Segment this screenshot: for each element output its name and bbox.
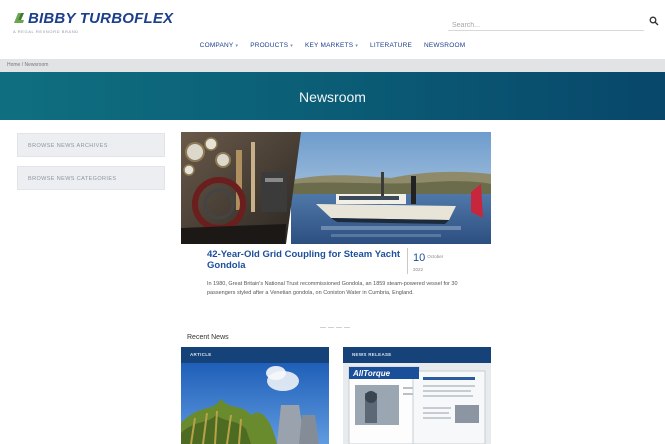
brand-name: BIBBY TURBOFLEX <box>28 10 174 27</box>
page-banner: Newsroom <box>0 72 665 120</box>
nav-item-literature[interactable]: LITERATURE <box>370 42 412 49</box>
page-title: Newsroom <box>299 89 366 105</box>
nav-item-label: KEY MARKETS <box>304 42 354 49</box>
main-nav: COMPANY ▾ PRODUCTS ▾ KEY MARKETS ▾ LITERATU… <box>0 42 665 49</box>
breadcrumb-current: Newsroom <box>24 62 49 68</box>
card-category: NEWS RELEASE <box>343 347 491 363</box>
news-card-news-release[interactable]: NEWS RELEASE AllTorque <box>343 347 491 444</box>
card-image-brochure: AllTorque <box>343 363 491 444</box>
brand-tagline: A REGAL REXNORD BRAND <box>13 29 79 34</box>
featured-date: 10 October 2022 <box>407 248 467 274</box>
date-month: October <box>427 254 444 259</box>
chevron-down-icon: ▾ <box>235 43 239 49</box>
breadcrumb: Home / Newsroom <box>7 62 48 68</box>
nav-item-label: LITERATURE <box>370 42 412 49</box>
search-box <box>448 14 644 34</box>
sidebar-item-news-categories[interactable]: BROWSE NEWS CATEGORIES <box>17 166 165 190</box>
carousel-indicator[interactable] <box>320 315 360 328</box>
search-icon[interactable] <box>649 16 659 26</box>
breadcrumb-separator: / <box>21 62 24 68</box>
chevron-down-icon: ▾ <box>355 43 359 49</box>
date-day: 10 <box>413 252 426 264</box>
date-year: 2022 <box>413 267 424 272</box>
brand-mark-icon <box>14 13 24 23</box>
brand-logo[interactable]: BIBBY TURBOFLEX <box>12 10 173 28</box>
nav-item-label: PRODUCTS <box>250 42 289 49</box>
brochure-brand-text: AllTorque <box>352 369 391 378</box>
nav-item-label: COMPANY <box>199 42 234 49</box>
featured-photo <box>181 132 491 244</box>
card-image-power-plant <box>181 363 329 444</box>
featured-article-title[interactable]: 42-Year-Old Grid Coupling for Steam Yach… <box>207 249 407 271</box>
breadcrumb-bar: Home / Newsroom <box>0 59 665 72</box>
featured-description: In 1980, Great Britain's National Trust … <box>207 281 458 296</box>
nav-item-products[interactable]: PRODUCTS ▾ <box>250 42 293 49</box>
news-card-article[interactable]: ARTICLE <box>181 347 329 444</box>
breadcrumb-home-link[interactable]: Home <box>7 62 20 68</box>
recent-news-heading: Recent News <box>187 334 229 341</box>
sidebar-item-label: BROWSE NEWS CATEGORIES <box>28 176 117 182</box>
nav-item-label: NEWSROOM <box>424 42 466 49</box>
nav-item-company[interactable]: COMPANY ▾ <box>200 42 239 49</box>
card-category: ARTICLE <box>181 347 329 363</box>
nav-item-key-markets[interactable]: KEY MARKETS ▾ <box>305 42 358 49</box>
featured-image[interactable] <box>181 132 491 244</box>
sidebar-item-label: BROWSE NEWS ARCHIVES <box>28 143 108 149</box>
site-header: BIBBY TURBOFLEX A REGAL REXNORD BRAND CO… <box>0 0 665 58</box>
sidebar-item-news-archives[interactable]: BROWSE NEWS ARCHIVES <box>17 133 165 157</box>
chevron-down-icon: ▾ <box>290 43 293 49</box>
nav-item-newsroom[interactable]: NEWSROOM <box>424 42 465 49</box>
search-input[interactable] <box>448 17 628 34</box>
